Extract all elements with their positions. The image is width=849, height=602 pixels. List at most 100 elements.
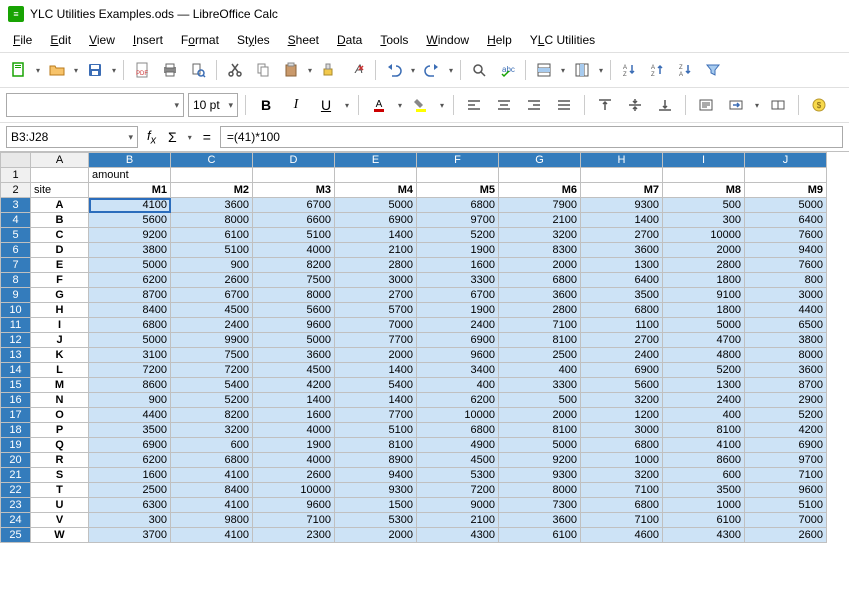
- cell[interactable]: 9200: [499, 453, 581, 468]
- cell[interactable]: M4: [335, 183, 417, 198]
- cell[interactable]: 6800: [417, 423, 499, 438]
- cell[interactable]: S: [31, 468, 89, 483]
- cell[interactable]: 7300: [499, 498, 581, 513]
- autofilter-icon[interactable]: [700, 57, 726, 83]
- cell[interactable]: 500: [663, 198, 745, 213]
- cell[interactable]: 6800: [89, 318, 171, 333]
- cell[interactable]: 4200: [745, 423, 827, 438]
- wrap-text-icon[interactable]: [693, 92, 719, 118]
- cell[interactable]: 6700: [171, 288, 253, 303]
- align-middle-icon[interactable]: [622, 92, 648, 118]
- cell[interactable]: 4500: [253, 363, 335, 378]
- cell[interactable]: 9700: [417, 213, 499, 228]
- cell[interactable]: 2600: [745, 528, 827, 543]
- cell[interactable]: 8200: [171, 408, 253, 423]
- cell[interactable]: 1400: [581, 213, 663, 228]
- cell[interactable]: 9200: [89, 228, 171, 243]
- cell[interactable]: 8000: [253, 288, 335, 303]
- cell[interactable]: 10000: [663, 228, 745, 243]
- cell[interactable]: 8100: [499, 333, 581, 348]
- bold-button[interactable]: B: [253, 92, 279, 118]
- cell[interactable]: 1900: [417, 303, 499, 318]
- row-header[interactable]: 7: [1, 258, 31, 273]
- cell[interactable]: M: [31, 378, 89, 393]
- cell[interactable]: 2600: [253, 468, 335, 483]
- italic-button[interactable]: I: [283, 92, 309, 118]
- cell[interactable]: 2000: [335, 528, 417, 543]
- underline-dropdown-icon[interactable]: ▾: [343, 101, 351, 110]
- cell[interactable]: 3100: [89, 348, 171, 363]
- copy-icon[interactable]: [250, 57, 276, 83]
- cell[interactable]: 7000: [335, 318, 417, 333]
- menu-edit[interactable]: Edit: [43, 30, 78, 50]
- cell[interactable]: 6800: [499, 273, 581, 288]
- merge-dropdown-icon[interactable]: ▾: [753, 101, 761, 110]
- row-header[interactable]: 18: [1, 423, 31, 438]
- row-header[interactable]: 23: [1, 498, 31, 513]
- cell[interactable]: Q: [31, 438, 89, 453]
- cell[interactable]: 9400: [335, 468, 417, 483]
- cell[interactable]: 1400: [335, 393, 417, 408]
- cell[interactable]: 6400: [745, 213, 827, 228]
- cell[interactable]: 2500: [89, 483, 171, 498]
- cell[interactable]: 6600: [253, 213, 335, 228]
- font-size-input[interactable]: [193, 98, 225, 112]
- cell[interactable]: 500: [499, 393, 581, 408]
- column-header[interactable]: H: [581, 153, 663, 168]
- cell[interactable]: 5700: [335, 303, 417, 318]
- cell[interactable]: 7900: [499, 198, 581, 213]
- cell[interactable]: M3: [253, 183, 335, 198]
- font-color-icon[interactable]: A: [366, 92, 392, 118]
- cell[interactable]: 8600: [663, 453, 745, 468]
- cell[interactable]: 9600: [417, 348, 499, 363]
- sort-asc-icon[interactable]: AZ: [644, 57, 670, 83]
- cell[interactable]: 4000: [253, 423, 335, 438]
- cell[interactable]: M5: [417, 183, 499, 198]
- row-header[interactable]: 14: [1, 363, 31, 378]
- cell[interactable]: 5200: [417, 228, 499, 243]
- cell[interactable]: 9800: [171, 513, 253, 528]
- cell[interactable]: 7100: [499, 318, 581, 333]
- cell[interactable]: 6700: [253, 198, 335, 213]
- cell[interactable]: 6300: [89, 498, 171, 513]
- cell[interactable]: 5100: [745, 498, 827, 513]
- open-icon[interactable]: [44, 57, 70, 83]
- cell[interactable]: 300: [663, 213, 745, 228]
- cell[interactable]: 1800: [663, 303, 745, 318]
- row-header[interactable]: 13: [1, 348, 31, 363]
- cell[interactable]: 2800: [663, 258, 745, 273]
- cell[interactable]: 2100: [417, 513, 499, 528]
- row-header[interactable]: 5: [1, 228, 31, 243]
- cell[interactable]: 3200: [499, 228, 581, 243]
- row-header[interactable]: 17: [1, 408, 31, 423]
- cell[interactable]: O: [31, 408, 89, 423]
- cell[interactable]: 5600: [581, 378, 663, 393]
- menu-tools[interactable]: Tools: [373, 30, 415, 50]
- row-header[interactable]: 16: [1, 393, 31, 408]
- cell[interactable]: N: [31, 393, 89, 408]
- cell[interactable]: 6200: [89, 273, 171, 288]
- cell[interactable]: F: [31, 273, 89, 288]
- cell[interactable]: 3600: [745, 363, 827, 378]
- cell[interactable]: E: [31, 258, 89, 273]
- cell[interactable]: 9300: [335, 483, 417, 498]
- cell[interactable]: L: [31, 363, 89, 378]
- clear-formatting-icon[interactable]: A: [344, 57, 370, 83]
- cell[interactable]: 7500: [253, 273, 335, 288]
- cell[interactable]: 7100: [745, 468, 827, 483]
- new-icon[interactable]: [6, 57, 32, 83]
- cell[interactable]: 4100: [171, 468, 253, 483]
- cell[interactable]: 4500: [417, 453, 499, 468]
- cell[interactable]: 4000: [253, 453, 335, 468]
- cell[interactable]: 2100: [335, 243, 417, 258]
- cell[interactable]: amount: [89, 168, 171, 183]
- cell[interactable]: 5200: [663, 363, 745, 378]
- cell[interactable]: 7600: [745, 258, 827, 273]
- cell[interactable]: 5600: [253, 303, 335, 318]
- cell[interactable]: 9000: [417, 498, 499, 513]
- cell[interactable]: 9700: [745, 453, 827, 468]
- column-header[interactable]: E: [335, 153, 417, 168]
- cell[interactable]: A: [31, 198, 89, 213]
- cell[interactable]: 4300: [663, 528, 745, 543]
- cell[interactable]: 6800: [581, 303, 663, 318]
